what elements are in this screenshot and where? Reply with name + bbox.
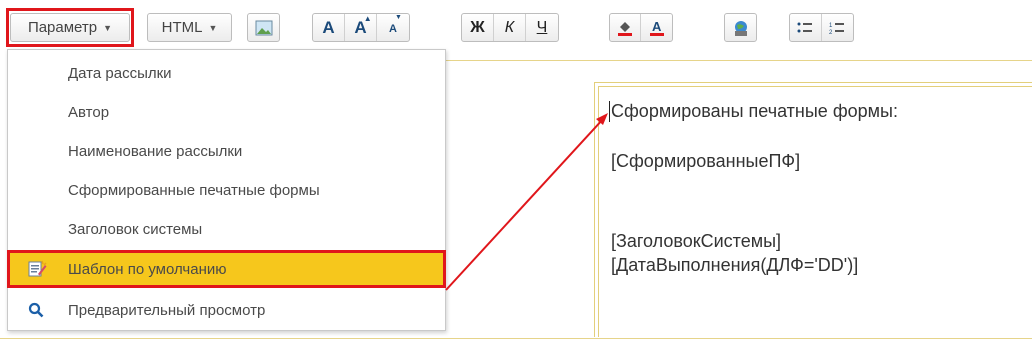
font-decrease-icon: A ▼: [389, 13, 402, 35]
svg-text:1: 1: [829, 23, 833, 29]
menu-item-label: Наименование рассылки: [68, 142, 243, 160]
menu-item-system-title[interactable]: Заголовок системы: [8, 210, 445, 248]
text-style-group: Ж К Ч: [461, 13, 559, 42]
template-edit-icon: [27, 259, 47, 279]
menu-item-label: Сформированные печатные формы: [68, 181, 320, 199]
editor-line-3: [ЗаголовокСистемы]: [611, 231, 782, 251]
image-icon: [255, 20, 272, 35]
html-editor-inner: [598, 86, 1032, 337]
search-icon: [26, 300, 46, 320]
bold-button[interactable]: Ж: [462, 14, 494, 41]
text-color-button[interactable]: A: [641, 14, 672, 41]
text-cursor: [609, 101, 610, 122]
list-group: 1 2: [789, 13, 854, 42]
bold-icon: Ж: [470, 18, 485, 36]
menu-item-default-template[interactable]: Шаблон по умолчанию: [7, 250, 446, 288]
menu-item-preview[interactable]: Предварительный просмотр: [8, 291, 445, 329]
bullet-list-button[interactable]: [790, 14, 822, 41]
parameter-dropdown-menu: Дата рассылки Автор Наименование рассылк…: [7, 49, 446, 331]
font-increase-icon: A ▲: [354, 13, 372, 37]
bullet-list-icon: [797, 22, 813, 32]
numbered-list-button[interactable]: 1 2: [822, 14, 853, 41]
editor-line-4: [ДатаВыполнения(ДЛФ='DD')]: [611, 255, 859, 275]
menu-item-mailing-date[interactable]: Дата рассылки: [8, 54, 445, 92]
italic-button[interactable]: К: [494, 14, 526, 41]
text-color-icon: A: [649, 19, 664, 36]
numbered-list-icon: 1 2: [829, 22, 845, 35]
chevron-down-icon: ▼: [103, 22, 113, 33]
globe-link-icon: [734, 20, 747, 36]
chevron-down-icon: ▼: [208, 22, 218, 33]
parameter-dropdown-button[interactable]: Параметр ▼: [10, 13, 130, 42]
font-normal-button[interactable]: A: [313, 14, 345, 41]
menu-item-label: Предварительный просмотр: [68, 301, 266, 319]
font-size-group: A A ▲ A ▼: [312, 13, 410, 42]
menu-item-label: Шаблон по умолчанию: [68, 260, 227, 278]
font-a-icon: A: [322, 17, 335, 37]
menu-item-label: Автор: [68, 103, 110, 121]
underline-button[interactable]: Ч: [526, 14, 558, 41]
insert-image-button[interactable]: [247, 13, 280, 42]
editor-line-1: Сформированы печатные формы:: [611, 101, 898, 121]
svg-text:2: 2: [829, 30, 833, 35]
insert-link-button[interactable]: [724, 13, 757, 42]
color-group: A: [609, 13, 673, 42]
menu-item-label: Дата рассылки: [68, 64, 172, 82]
menu-item-mailing-name[interactable]: Наименование рассылки: [8, 132, 445, 170]
menu-item-author[interactable]: Автор: [8, 93, 445, 131]
editor-top-border: [446, 60, 1032, 61]
menu-item-generated-forms[interactable]: Сформированные печатные формы: [8, 171, 445, 209]
parameter-label: Параметр: [27, 19, 98, 36]
html-dropdown-button[interactable]: HTML ▼: [147, 13, 232, 42]
font-increase-button[interactable]: A ▲: [345, 14, 377, 41]
background-color-button[interactable]: [610, 14, 642, 41]
editor-line-2: [СформированныеПФ]: [611, 151, 801, 171]
svg-text:A: A: [652, 19, 662, 34]
underline-icon: Ч: [536, 18, 548, 36]
font-decrease-button[interactable]: A ▼: [377, 14, 409, 41]
italic-icon: К: [504, 18, 515, 36]
fill-color-icon: [618, 21, 632, 36]
editor-bottom-border: [0, 338, 1032, 339]
html-label: HTML: [161, 19, 203, 36]
menu-item-label: Заголовок системы: [68, 220, 203, 238]
